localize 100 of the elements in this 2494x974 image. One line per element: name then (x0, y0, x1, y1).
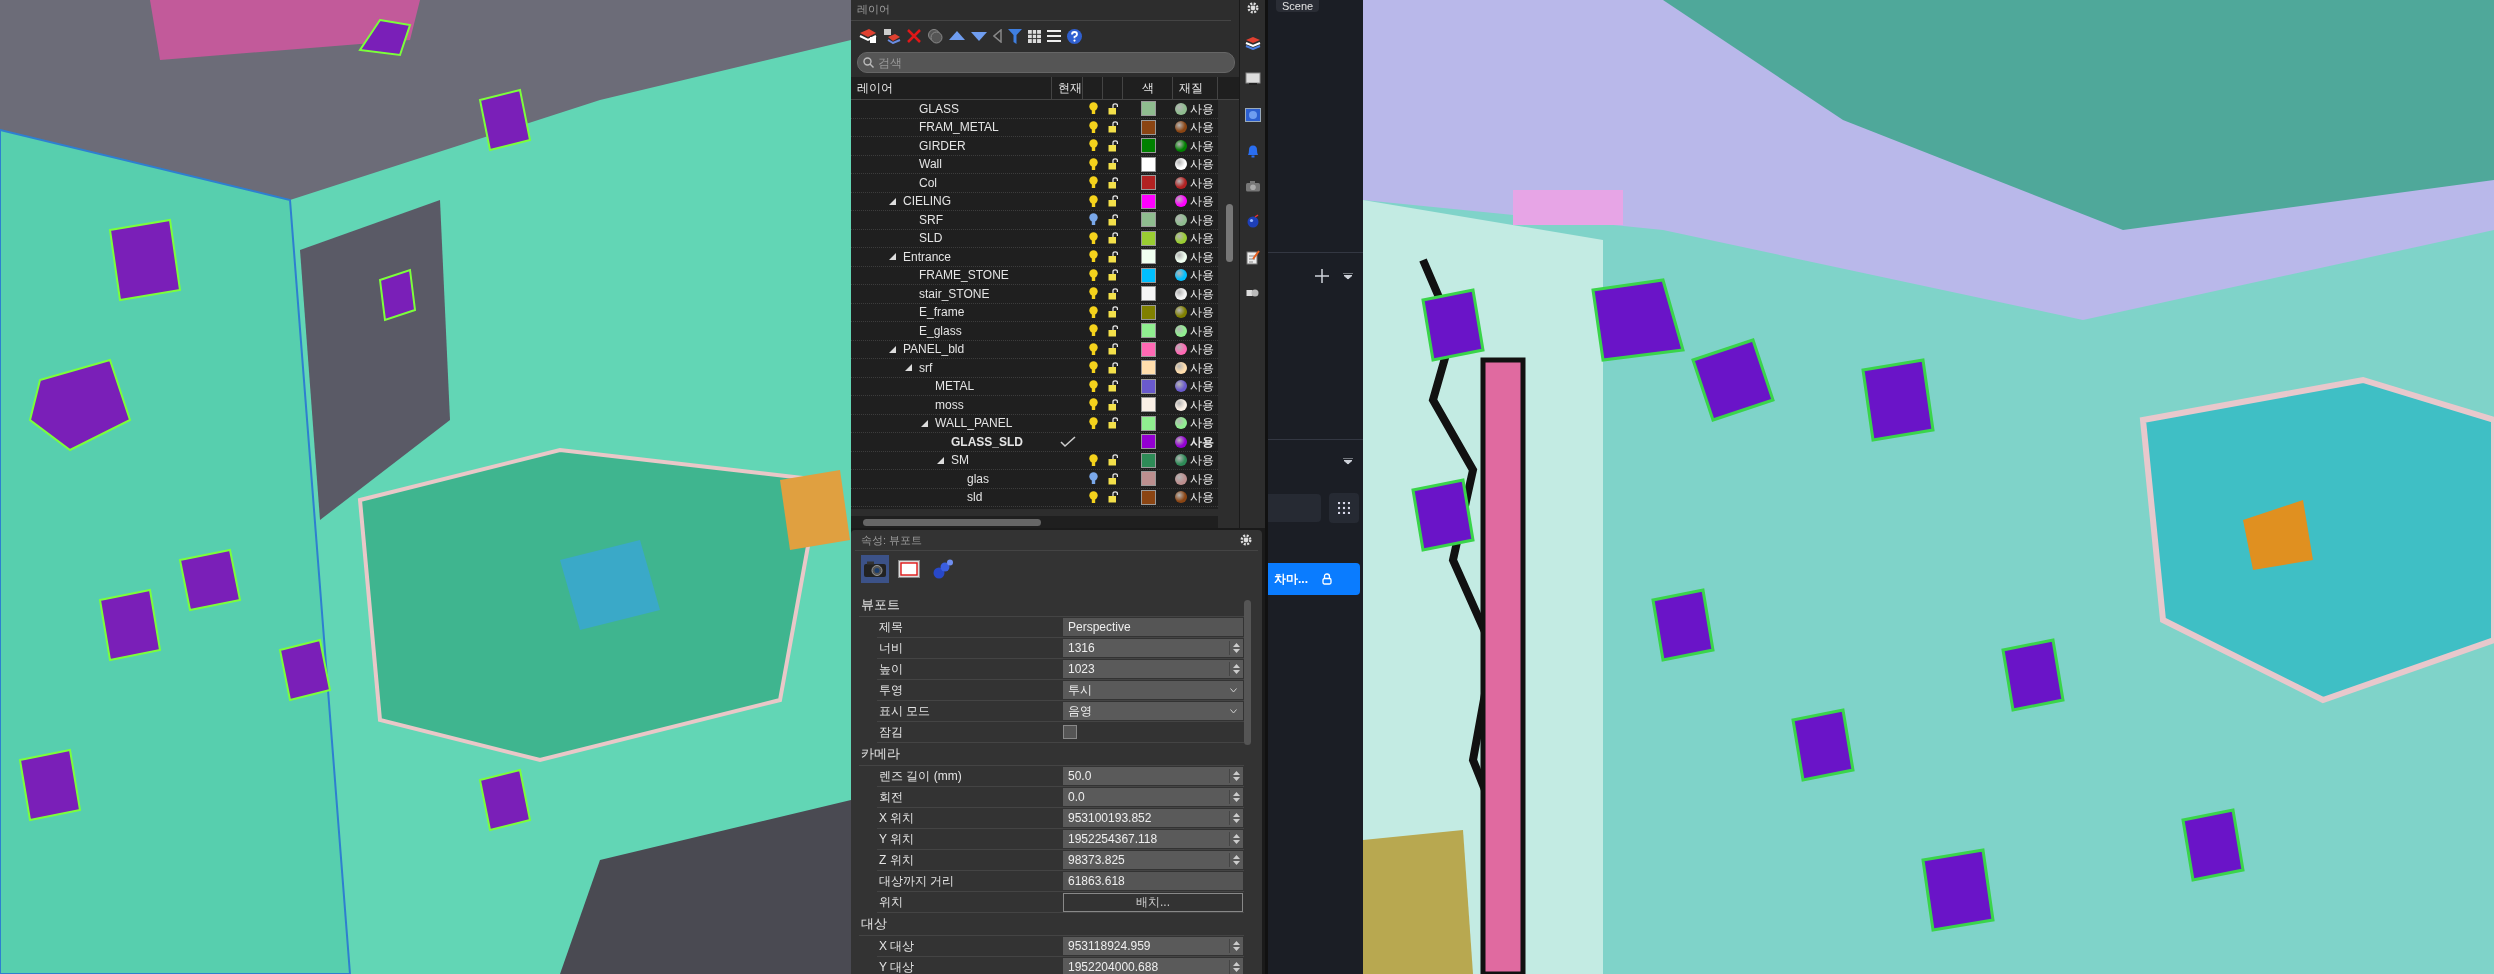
material-name[interactable]: 사용 (1190, 379, 1214, 394)
settings-icon[interactable] (1240, 534, 1252, 546)
color-swatch[interactable] (1140, 434, 1156, 450)
layer-name[interactable]: glas (967, 471, 989, 486)
light-bulb-icon[interactable] (1088, 416, 1098, 430)
layer-name[interactable]: SRF (919, 212, 943, 227)
layer-name[interactable]: GIRDER (919, 138, 966, 153)
dropdown[interactable]: 투시 (1063, 681, 1243, 699)
color-swatch[interactable] (1140, 212, 1156, 228)
unlocked-icon[interactable] (1107, 176, 1119, 189)
light-bulb-icon[interactable] (1088, 287, 1098, 301)
material-name[interactable]: 사용 (1190, 360, 1214, 375)
checkbox[interactable] (1063, 725, 1077, 739)
color-swatch[interactable] (1140, 101, 1156, 117)
layer-name[interactable]: PANEL_bld (903, 342, 965, 357)
expanded-icon[interactable] (889, 253, 896, 261)
number-field[interactable]: 953100193.852 (1063, 809, 1243, 827)
color-swatch[interactable] (1140, 230, 1156, 246)
layer-name[interactable]: E_frame (919, 305, 965, 320)
layer-name[interactable]: Col (919, 175, 937, 190)
input-field[interactable] (1268, 494, 1321, 522)
material-name[interactable]: 사용 (1190, 286, 1214, 301)
caret-icon[interactable] (1343, 458, 1353, 465)
layer-name[interactable]: SM (951, 453, 969, 468)
notepad-icon[interactable] (1245, 250, 1260, 265)
filter-icon[interactable] (1008, 28, 1022, 44)
column-header[interactable]: 레이어 (851, 77, 1052, 99)
color-swatch[interactable] (1140, 489, 1156, 505)
material-name[interactable]: 사용 (1190, 416, 1214, 431)
light-bulb-icon[interactable] (1088, 361, 1098, 375)
number-field[interactable]: 50.0 (1063, 767, 1243, 785)
unlocked-icon[interactable] (1107, 121, 1119, 134)
delete-icon[interactable] (907, 29, 921, 43)
number-field[interactable]: 953118924.959 (1063, 937, 1243, 955)
unlocked-icon[interactable] (1107, 269, 1119, 282)
column-header[interactable]: 재질 (1173, 77, 1218, 99)
color-swatch[interactable] (1140, 138, 1156, 154)
unlocked-icon[interactable] (1107, 343, 1119, 356)
light-bulb-icon[interactable] (1088, 213, 1098, 227)
material-name[interactable]: 사용 (1190, 231, 1214, 246)
unlocked-icon[interactable] (1107, 472, 1119, 485)
user-button[interactable]: 차마... (1268, 563, 1360, 595)
spinner-icon[interactable] (1229, 853, 1243, 867)
expanded-icon[interactable] (889, 345, 896, 353)
shapes-icon[interactable] (1246, 287, 1260, 298)
color-swatch[interactable] (1140, 119, 1156, 135)
color-swatch[interactable] (1140, 471, 1156, 487)
layer-name[interactable]: METAL (935, 379, 975, 394)
unlocked-icon[interactable] (1107, 417, 1119, 430)
material-name[interactable]: 사용 (1190, 101, 1214, 116)
camera-icon[interactable] (1244, 180, 1261, 192)
light-bulb-icon[interactable] (1088, 120, 1098, 134)
layer-name[interactable]: GLASS (919, 101, 960, 116)
color-swatch[interactable] (1140, 286, 1156, 302)
layer-name[interactable]: moss (935, 397, 964, 412)
unlocked-icon[interactable] (1107, 250, 1119, 263)
layer-name[interactable]: CIELING (903, 194, 951, 209)
color-swatch[interactable] (1140, 249, 1156, 265)
layer-name[interactable]: FRAME_STONE (919, 268, 1009, 283)
light-bulb-icon[interactable] (1088, 231, 1098, 245)
unlocked-icon[interactable] (1107, 213, 1119, 226)
expanded-icon[interactable] (889, 197, 896, 205)
bell-icon[interactable] (1245, 144, 1260, 158)
light-bulb-icon[interactable] (1088, 194, 1098, 208)
layer-name[interactable]: GLASS_SLD (951, 434, 1023, 449)
search-field[interactable]: 검색 (857, 52, 1236, 73)
color-swatch[interactable] (1140, 267, 1156, 283)
light-bulb-icon[interactable] (1088, 342, 1098, 356)
column-header[interactable]: 색 (1123, 77, 1173, 99)
light-bulb-icon[interactable] (1088, 157, 1098, 171)
check-icon[interactable] (1059, 435, 1076, 448)
number-field[interactable]: 1316 (1063, 639, 1243, 657)
number-field[interactable]: 1952254367.118 (1063, 830, 1243, 848)
number-field[interactable]: 1952204000.688 (1063, 958, 1243, 974)
spinner-icon[interactable] (1229, 811, 1243, 825)
move-down-icon[interactable] (971, 31, 987, 41)
material-name[interactable]: 사용 (1190, 120, 1214, 135)
light-bulb-icon[interactable] (1088, 472, 1098, 486)
unlocked-icon[interactable] (1107, 232, 1119, 245)
layer-name[interactable]: stair_STONE (919, 286, 990, 301)
grid-button[interactable] (1329, 493, 1359, 523)
column-header[interactable]: 현재 (1052, 77, 1083, 99)
number-field[interactable]: 1023 (1063, 660, 1243, 678)
layer-name[interactable]: E_glass (919, 323, 962, 338)
material-name[interactable]: 사용 (1190, 175, 1214, 190)
monitor-icon[interactable] (1244, 72, 1261, 86)
place-button[interactable]: 배치... (1063, 892, 1243, 912)
light-bulb-icon[interactable] (1088, 324, 1098, 338)
spinner-icon[interactable] (1229, 939, 1243, 953)
unlocked-icon[interactable] (1107, 324, 1119, 337)
light-bulb-icon[interactable] (1088, 305, 1098, 319)
unlocked-icon[interactable] (1107, 102, 1119, 115)
unlocked-icon[interactable] (1107, 454, 1119, 467)
material-name[interactable]: 사용 (1190, 490, 1214, 505)
copy-icon[interactable] (927, 28, 943, 44)
color-swatch[interactable] (1140, 304, 1156, 320)
number-field[interactable]: 0.0 (1063, 788, 1243, 806)
move-up-icon[interactable] (949, 31, 965, 41)
color-swatch[interactable] (1140, 360, 1156, 376)
layer-name[interactable]: WALL_PANEL (935, 416, 1013, 431)
